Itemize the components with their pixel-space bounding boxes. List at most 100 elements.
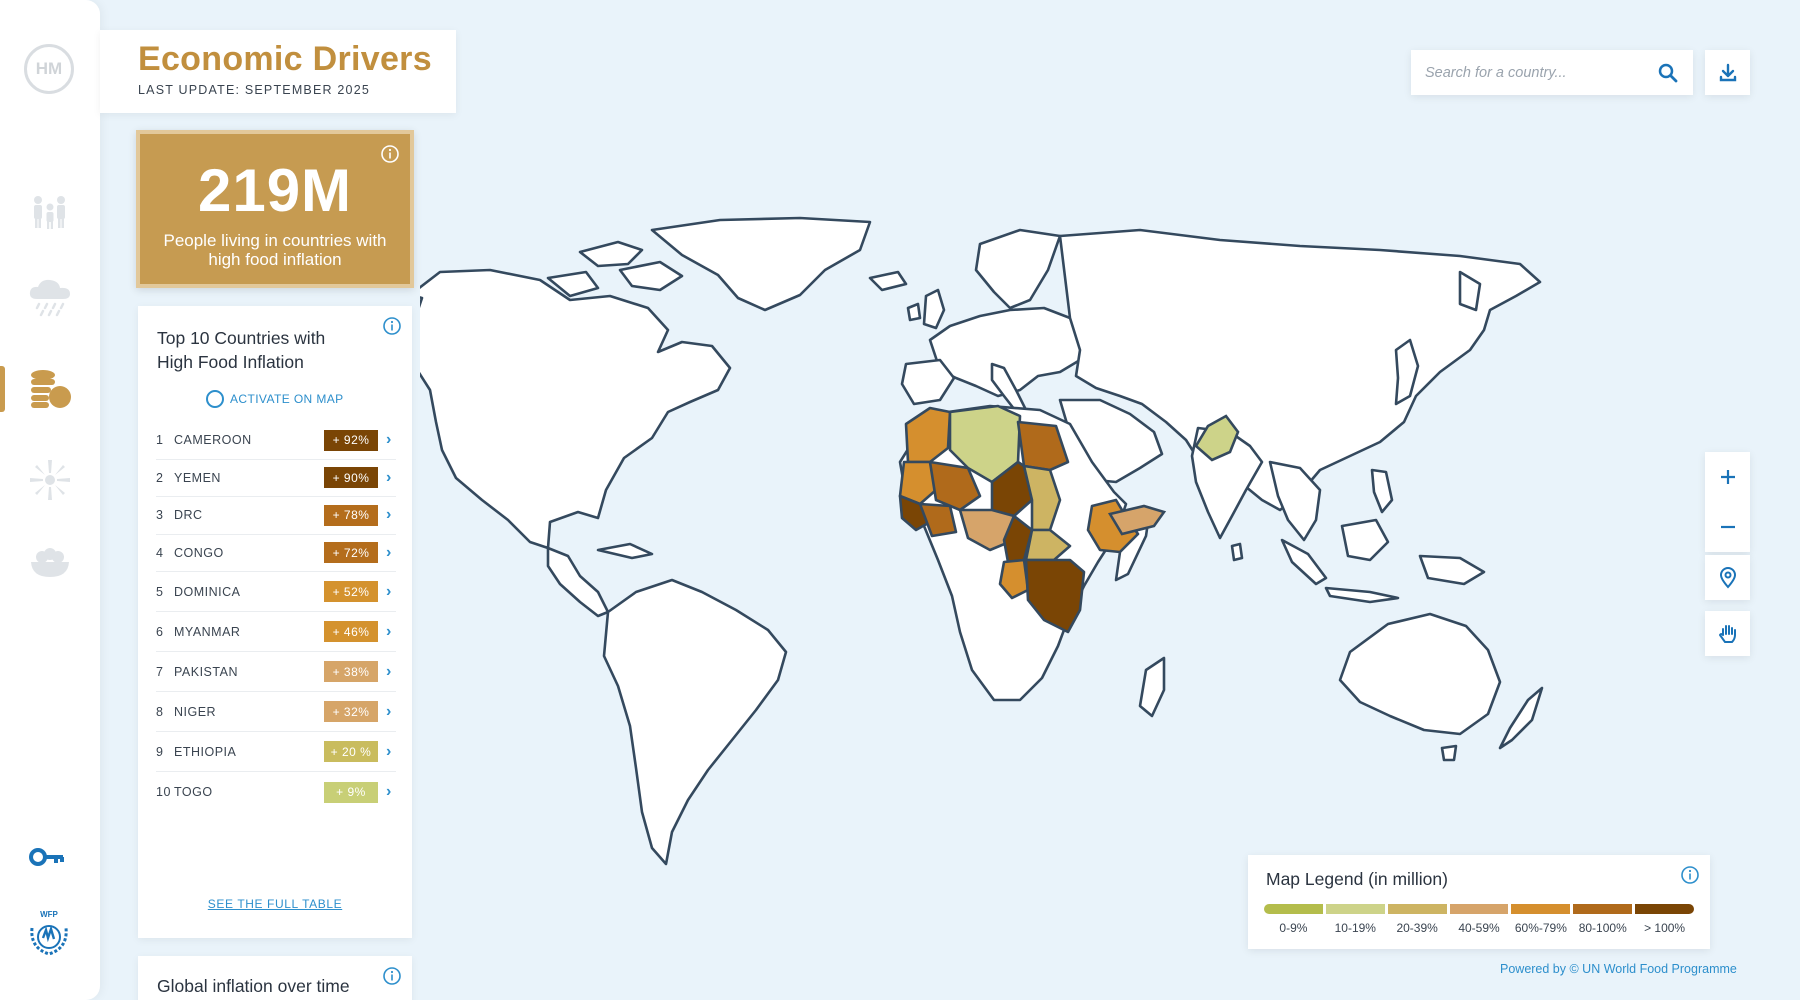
rank: 7 — [156, 664, 164, 679]
download-button[interactable] — [1705, 50, 1750, 95]
chevron-right-icon[interactable]: › — [386, 544, 396, 562]
ireland[interactable] — [906, 302, 922, 322]
chevron-right-icon[interactable]: › — [386, 431, 396, 449]
chevron-right-icon[interactable]: › — [386, 783, 396, 801]
nav-food[interactable] — [25, 538, 75, 588]
country-row[interactable]: 1 CAMEROON + 92% › — [156, 422, 396, 460]
inflation-badge: + 92% — [324, 429, 378, 451]
kpi-value: 219M — [197, 157, 353, 224]
legend-label: 40-59% — [1458, 921, 1500, 935]
legend-swatch — [1511, 904, 1571, 914]
page-title: Economic Drivers — [138, 40, 432, 78]
country-row[interactable]: 4 CONGO + 72% › — [156, 535, 396, 572]
top10-list: 1 CAMEROON + 92% › 2 YEMEN + 90% › 3 DRC + 78% › 4 CO… — [156, 422, 396, 812]
side-rail: HM WFP — [0, 0, 100, 1000]
see-full-table-link[interactable]: SEE THE FULL TABLE — [138, 897, 412, 911]
south-america[interactable] — [602, 578, 788, 866]
top10-title: Top 10 Countries with High Food Inflatio… — [157, 328, 326, 372]
pan-button[interactable] — [1705, 611, 1750, 656]
country-row[interactable]: 5 DOMINICA + 52% › — [156, 572, 396, 612]
zoom-out-button[interactable] — [1705, 502, 1750, 552]
people-icon — [34, 196, 65, 229]
key-button[interactable] — [28, 845, 68, 874]
inflation-badge: + 46% — [324, 621, 378, 642]
iberia[interactable] — [900, 358, 956, 406]
borneo[interactable] — [1340, 518, 1390, 562]
nav-economy[interactable] — [0, 364, 75, 414]
search-icon[interactable] — [1657, 62, 1679, 84]
hm-logo[interactable]: HM — [24, 44, 74, 94]
country-row[interactable]: 10 TOGO + 9% › — [156, 772, 396, 812]
country-row[interactable]: 7 PAKISTAN + 38% › — [156, 652, 396, 692]
wfp-emblem-icon: WFP — [30, 910, 68, 956]
nav-weather[interactable] — [25, 272, 75, 322]
nav-people[interactable] — [25, 187, 75, 237]
country-row[interactable]: 3 DRC + 78% › — [156, 497, 396, 535]
central-america[interactable] — [546, 546, 610, 618]
chevron-right-icon[interactable]: › — [386, 703, 396, 721]
wfp-label: WFP — [40, 910, 58, 919]
info-icon[interactable] — [382, 966, 402, 986]
info-icon[interactable] — [382, 316, 402, 336]
nav-hazard[interactable] — [25, 455, 75, 505]
info-icon[interactable] — [1680, 865, 1700, 885]
greenland[interactable] — [650, 216, 872, 312]
sri-lanka[interactable] — [1230, 542, 1244, 562]
global-inflation-panel: Global inflation over time — [138, 956, 412, 1000]
legend-swatch — [1573, 904, 1633, 914]
powered-by: Powered by © UN World Food Programme — [1500, 962, 1737, 976]
country-name: ETHIOPIA — [174, 744, 237, 759]
chevron-right-icon[interactable]: › — [386, 583, 396, 601]
sumatra[interactable] — [1280, 538, 1328, 586]
zoom-in-button[interactable] — [1705, 452, 1750, 502]
world-map[interactable] — [420, 200, 1760, 900]
chevron-right-icon[interactable]: › — [386, 469, 396, 487]
legend-swatch — [1264, 904, 1323, 914]
activate-on-map-toggle[interactable]: ACTIVATE ON MAP — [206, 390, 344, 408]
rank: 6 — [156, 624, 164, 639]
search-input[interactable] — [1425, 64, 1657, 81]
new-zealand[interactable] — [1498, 686, 1544, 750]
uk[interactable] — [922, 288, 946, 330]
rank: 2 — [156, 470, 164, 485]
legend-swatch — [1635, 904, 1695, 914]
chevron-right-icon[interactable]: › — [386, 506, 396, 524]
legend-color-bar — [1264, 904, 1695, 914]
legend-swatch — [1387, 904, 1447, 914]
country-row[interactable]: 9 ETHIOPIA + 20 % › — [156, 732, 396, 772]
tasmania[interactable] — [1440, 744, 1458, 762]
chevron-right-icon[interactable]: › — [386, 663, 396, 681]
country-row[interactable]: 8 NIGER + 32% › — [156, 692, 396, 732]
philippines[interactable] — [1370, 468, 1394, 514]
locate-button[interactable] — [1705, 555, 1750, 600]
chevron-right-icon[interactable]: › — [386, 743, 396, 761]
chevron-right-icon[interactable]: › — [386, 623, 396, 641]
rank: 4 — [156, 545, 164, 560]
location-pin-icon — [1719, 566, 1736, 589]
madagascar[interactable] — [1138, 656, 1166, 718]
java[interactable] — [1324, 586, 1400, 604]
iceland[interactable] — [868, 270, 908, 292]
food-icon — [31, 548, 69, 577]
north-america[interactable] — [420, 268, 732, 550]
plus-icon — [1720, 470, 1735, 484]
country-row[interactable]: 2 YEMEN + 90% › — [156, 460, 396, 497]
country-name: NIGER — [174, 704, 217, 719]
legend-label: 80-100% — [1578, 921, 1627, 935]
scandinavia[interactable] — [974, 228, 1062, 310]
radio-icon[interactable] — [206, 390, 224, 408]
cuba[interactable] — [596, 542, 654, 560]
new-guinea[interactable] — [1418, 554, 1486, 586]
arctic-island[interactable] — [578, 240, 644, 268]
wfp-logo: WFP — [24, 908, 74, 958]
top10-panel: Top 10 Countries with High Food Inflatio… — [138, 306, 412, 938]
info-icon[interactable] — [380, 144, 400, 164]
australia[interactable] — [1338, 612, 1502, 736]
inflation-badge: + 72% — [324, 542, 378, 564]
legend-swatch — [1325, 904, 1385, 914]
country-row[interactable]: 6 MYANMAR + 46% › — [156, 612, 396, 652]
legend-labels: 0-9% 10-19% 20-39% 40-59% 60%-79% 80-100% > 10… — [1264, 921, 1694, 935]
inflation-badge: + 78% — [324, 504, 378, 526]
arctic-island[interactable] — [618, 260, 684, 292]
hazard-icon — [30, 460, 70, 500]
